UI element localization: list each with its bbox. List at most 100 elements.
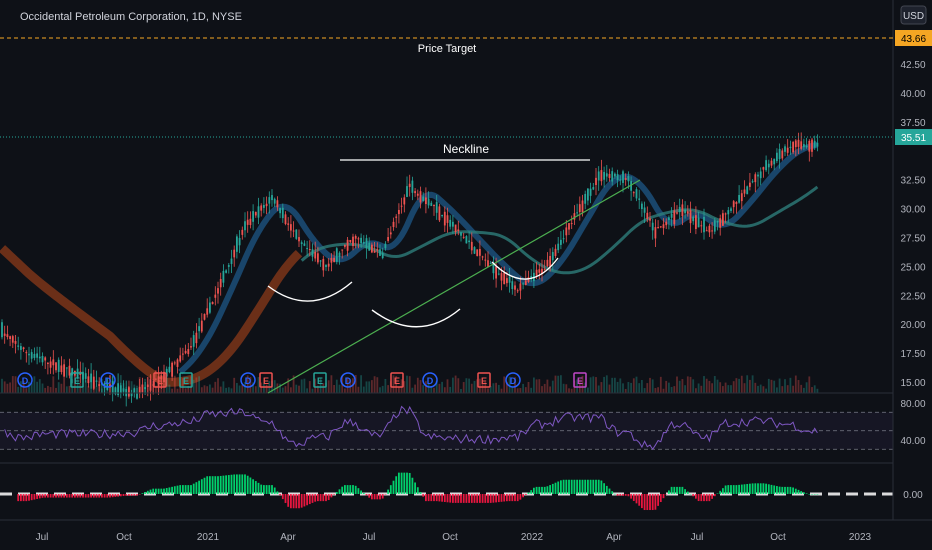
candle-body[interactable] [519,283,522,291]
candle-body[interactable] [587,188,589,201]
candle-body[interactable] [68,365,71,376]
candle-body[interactable] [65,367,68,369]
candle-body[interactable] [276,200,279,208]
candle-body[interactable] [724,213,727,215]
candle-body[interactable] [632,192,635,194]
candle-body[interactable] [614,173,616,177]
candle-body[interactable] [325,264,327,268]
candle-body[interactable] [438,206,441,221]
candle-body[interactable] [651,222,654,231]
candle-body[interactable] [697,217,700,228]
candle-body[interactable] [263,204,265,208]
candle-body[interactable] [387,237,389,241]
candle-body[interactable] [449,219,452,227]
candle-body[interactable] [662,224,665,229]
candle-body[interactable] [28,353,30,356]
candle-body[interactable] [767,163,770,168]
candle-body[interactable] [657,227,659,229]
candle-body[interactable] [225,270,227,273]
candle-body[interactable] [576,212,578,214]
candle-body[interactable] [41,355,44,363]
candle-body[interactable] [789,146,792,148]
candle-body[interactable] [206,308,209,315]
candle-body[interactable] [354,236,357,239]
candle-body[interactable] [654,227,657,239]
candle-body[interactable] [778,148,781,159]
candle-body[interactable] [236,236,238,252]
candle-body[interactable] [17,345,20,347]
candle-body[interactable] [179,355,182,362]
candle-body[interactable] [346,239,349,251]
candle-body[interactable] [376,249,379,251]
candle-body[interactable] [811,139,813,152]
candle-body[interactable] [427,198,430,206]
candle-body[interactable] [700,225,703,227]
candle-body[interactable] [87,376,90,384]
candle-body[interactable] [692,216,695,222]
candle-body[interactable] [265,203,268,207]
candle-body[interactable] [722,213,724,226]
candle-body[interactable] [406,186,408,197]
candle-body[interactable] [619,179,622,181]
candle-body[interactable] [808,140,811,152]
candle-body[interactable] [233,249,236,258]
candle-body[interactable] [557,243,560,251]
candle-body[interactable] [435,202,438,213]
candle-body[interactable] [624,178,627,180]
candle-body[interactable] [578,204,581,213]
candle-body[interactable] [25,352,28,354]
candle-body[interactable] [506,278,508,284]
candle-body[interactable] [749,182,751,187]
candle-body[interactable] [600,170,603,182]
rsi-pane[interactable] [0,405,893,451]
candle-body[interactable] [171,362,173,377]
candle-body[interactable] [238,237,241,246]
candle-body[interactable] [565,227,568,236]
candle-body[interactable] [254,211,257,216]
candle-body[interactable] [686,211,689,214]
candle-body[interactable] [622,171,624,183]
candle-body[interactable] [786,147,789,153]
candle-body[interactable] [611,171,614,182]
candle-body[interactable] [762,167,765,170]
candle-body[interactable] [279,208,281,214]
candle-body[interactable] [322,258,325,271]
candle-body[interactable] [468,240,470,243]
candle-body[interactable] [746,186,749,195]
candle-body[interactable] [673,210,676,225]
candle-body[interactable] [198,326,200,332]
candle-body[interactable] [11,336,14,343]
candle-body[interactable] [524,280,527,286]
candle-body[interactable] [408,183,411,188]
candle-body[interactable] [60,365,63,373]
candle-body[interactable] [743,189,746,194]
candle-body[interactable] [638,198,641,200]
candle-body[interactable] [411,180,414,193]
candle-body[interactable] [284,214,287,225]
candle-body[interactable] [392,221,395,228]
candle-body[interactable] [290,224,292,231]
candle-body[interactable] [182,353,184,355]
candle-body[interactable] [373,250,376,253]
candle-body[interactable] [511,281,514,290]
candle-body[interactable] [425,197,427,205]
candle-body[interactable] [546,259,549,267]
candle-body[interactable] [314,251,317,259]
candle-body[interactable] [708,225,711,233]
candle-body[interactable] [816,142,819,147]
candle-body[interactable] [776,152,778,162]
candle-body[interactable] [211,301,214,305]
candle-body[interactable] [454,224,457,233]
candle-body[interactable] [605,173,608,177]
candle-body[interactable] [730,208,732,211]
candle-body[interactable] [217,288,219,294]
candle-body[interactable] [287,223,290,225]
candle-body[interactable] [63,364,65,377]
candle-body[interactable] [597,171,600,181]
candle-body[interactable] [203,313,206,320]
candle-body[interactable] [222,270,225,283]
candle-body[interactable] [727,210,730,215]
currency-label[interactable]: USD [903,11,924,22]
candle-body[interactable] [398,209,400,215]
candle-body[interactable] [740,193,743,202]
